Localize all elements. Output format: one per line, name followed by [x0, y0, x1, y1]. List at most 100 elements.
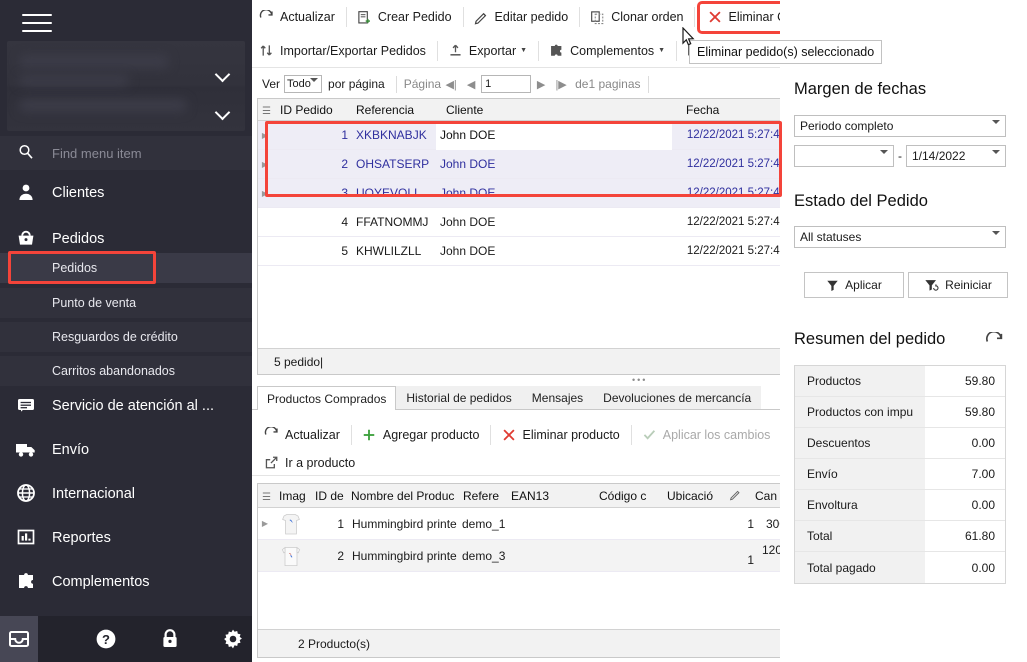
toolbar-separator: [490, 424, 492, 445]
inbox-icon[interactable]: [0, 616, 38, 662]
upload-icon: [446, 43, 465, 58]
date-from-select[interactable]: [794, 145, 894, 168]
per-page-select[interactable]: Todo: [284, 75, 323, 93]
go-to-product-button[interactable]: Ir a producto: [257, 449, 363, 476]
apply-filter-button[interactable]: Aplicar: [804, 272, 904, 298]
grid-menu-icon[interactable]: ☰: [258, 103, 276, 117]
import-export-icon: [257, 43, 276, 58]
period-value: Periodo completo: [800, 119, 894, 133]
apply-changes-button[interactable]: Aplicar los cambios: [635, 421, 779, 448]
cell-cliente: John DOE: [436, 120, 672, 150]
column-header-nombre[interactable]: Nombre del Produc: [347, 489, 459, 503]
pencil-icon[interactable]: [725, 488, 751, 504]
sidebar-item-label: Servicio de atención al ...: [52, 398, 215, 414]
refresh-icon: [257, 9, 276, 25]
chevron-down-icon: ▼: [658, 47, 666, 54]
period-select[interactable]: Periodo completo: [794, 115, 1006, 138]
sidebar-item-carritos-abandonados[interactable]: Carritos abandonados: [0, 356, 252, 386]
sidebar-item-punto-de-venta[interactable]: Punto de venta: [0, 288, 252, 318]
first-page-button[interactable]: ◀|: [441, 78, 461, 91]
basket-icon: [0, 228, 52, 251]
cell-fecha: 12/22/2021 5:27:48: [686, 245, 786, 257]
product-thumbnail: [272, 510, 310, 537]
cell-id-pedido: 2: [341, 157, 348, 171]
gear-icon[interactable]: [215, 616, 253, 662]
row-expander-icon[interactable]: ▶: [258, 160, 272, 169]
grid-menu-icon[interactable]: ☰: [258, 489, 275, 503]
export-button[interactable]: Exportar ▼: [441, 37, 535, 64]
toolbar-separator: [462, 7, 464, 27]
sidebar-item-complementos[interactable]: Complementos: [0, 559, 252, 605]
summary-key: Productos: [795, 366, 925, 396]
panel-splitter[interactable]: •••: [632, 375, 647, 385]
lock-icon[interactable]: [151, 616, 189, 662]
edit-order-button[interactable]: Editar pedido: [467, 4, 577, 31]
find-menu-item-input[interactable]: Find menu item: [0, 136, 252, 170]
chevron-down-icon: [992, 150, 1000, 168]
cell-product-id: 1: [337, 516, 344, 531]
sidebar-item-clientes[interactable]: Clientes: [0, 170, 252, 216]
toolbar-label: Clonar orden: [611, 10, 684, 24]
last-page-button[interactable]: |▶: [551, 78, 571, 91]
separator: [647, 75, 649, 93]
add-product-button[interactable]: Agregar producto: [355, 421, 488, 448]
column-header-id[interactable]: ID de: [311, 489, 347, 503]
tab-historial-de-pedidos[interactable]: Historial de pedidos: [396, 386, 522, 409]
reset-label: Reiniciar: [945, 278, 992, 292]
summary-key: Total pagado: [795, 552, 925, 583]
tab-mensajes[interactable]: Mensajes: [521, 386, 594, 409]
shop-selector-panel[interactable]: [7, 41, 245, 131]
status-select[interactable]: All statuses: [794, 226, 1006, 249]
chevron-down-icon[interactable]: [215, 66, 231, 82]
prev-page-button[interactable]: ◀: [461, 78, 481, 91]
row-expander-icon[interactable]: ▶: [258, 189, 272, 198]
summary-value: 0.00: [925, 428, 1005, 458]
column-header-imagen[interactable]: Imag: [275, 489, 311, 503]
sidebar-item-envio[interactable]: Envío: [0, 427, 252, 473]
column-header-referencia[interactable]: Refere: [459, 489, 507, 503]
tab-devoluciones-de-mercancia[interactable]: Devoluciones de mercancía: [593, 386, 762, 409]
order-summary-table: Productos 59.80 Productos con impu 59.80…: [794, 365, 1006, 584]
column-header-referencia[interactable]: Referencia: [352, 103, 442, 117]
import-export-orders-button[interactable]: Importar/Exportar Pedidos: [252, 37, 434, 64]
product-refresh-button[interactable]: Actualizar: [257, 421, 348, 448]
column-header-fecha[interactable]: Fecha: [682, 103, 792, 117]
x-red-icon: [499, 428, 518, 442]
chevron-down-icon[interactable]: [215, 104, 231, 120]
column-header-ubicacion[interactable]: Ubicació: [663, 489, 725, 503]
date-to-select[interactable]: 1/14/2022: [906, 145, 1006, 168]
next-page-button[interactable]: ▶: [531, 78, 551, 91]
toolbar-label: Importar/Exportar Pedidos: [280, 43, 426, 58]
help-icon[interactable]: ?: [88, 616, 126, 662]
toolbar-label: Aplicar los cambios: [662, 427, 771, 442]
addons-button[interactable]: Complementos ▼: [542, 37, 673, 64]
clone-order-button[interactable]: Clonar orden: [583, 4, 691, 31]
cell-cliente: John DOE: [440, 215, 496, 229]
chevron-down-icon: [992, 231, 1000, 249]
cell-fecha: 12/22/2021 5:27:47: [686, 129, 786, 141]
column-header-cliente[interactable]: Cliente: [442, 103, 682, 117]
sidebar-item-reportes[interactable]: Reportes: [0, 515, 252, 561]
create-order-button[interactable]: Crear Pedido: [350, 4, 460, 31]
row-expander-icon[interactable]: ▶: [258, 519, 272, 528]
hamburger-menu-icon[interactable]: [22, 14, 52, 34]
sidebar-item-resguardos-de-credito[interactable]: Resguardos de crédito: [0, 322, 252, 352]
summary-refresh-icon[interactable]: [985, 330, 1004, 354]
order-status-title: Estado del Pedido: [794, 192, 928, 210]
refresh-button[interactable]: Actualizar: [252, 4, 343, 31]
cell-product-name: Hummingbird printe: [352, 516, 457, 531]
tab-productos-comprados[interactable]: Productos Comprados: [257, 386, 397, 410]
column-header-cantidad[interactable]: Can: [751, 489, 783, 503]
column-header-id-pedido[interactable]: ID Pedido: [276, 103, 352, 117]
hamburger-bar: [22, 30, 52, 32]
sidebar-item-servicio-de-atencion[interactable]: Servicio de atención al ...: [0, 383, 252, 429]
order-summary-title: Resumen del pedido: [794, 330, 946, 348]
page-number-input[interactable]: 1: [481, 75, 532, 93]
delete-product-button[interactable]: Eliminar producto: [494, 421, 627, 448]
column-header-codigo[interactable]: Código c: [595, 489, 663, 503]
row-expander-icon[interactable]: ▶: [258, 131, 272, 140]
column-header-ean13[interactable]: EAN13: [507, 489, 595, 503]
sidebar-item-internacional[interactable]: Internacional: [0, 471, 252, 517]
sidebar-item-pedidos-sub[interactable]: Pedidos: [0, 253, 252, 283]
reset-filter-button[interactable]: Reiniciar: [908, 272, 1008, 298]
